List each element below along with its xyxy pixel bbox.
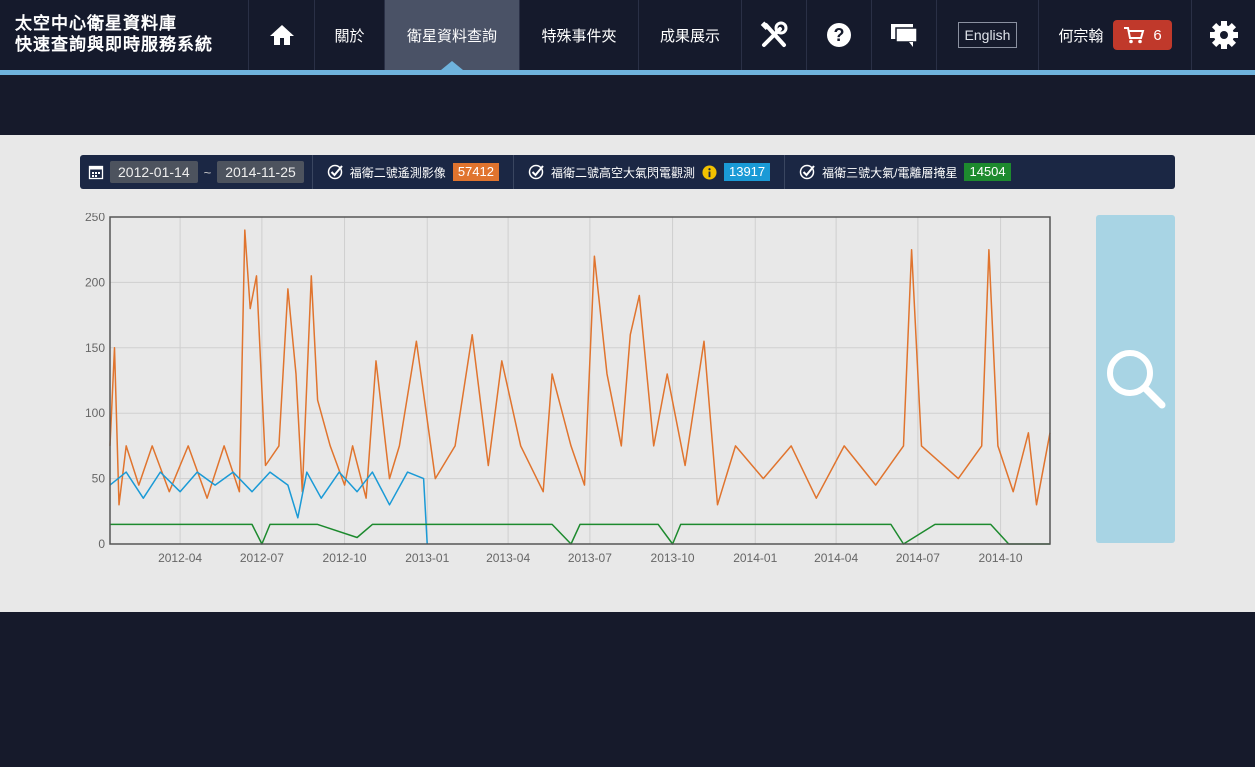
nav-special-events[interactable]: 特殊事件夾 bbox=[519, 0, 638, 70]
navbar-accent-stripe bbox=[0, 70, 1255, 75]
top-navbar: 太空中心衛星資料庫 快速查詢與即時服務系統 關於 衛星資料查詢 特殊事件夾 成果… bbox=[0, 0, 1255, 70]
user-name[interactable]: 何宗翰 bbox=[1058, 25, 1103, 46]
question-icon: ? bbox=[827, 23, 851, 47]
nav-about[interactable]: 關於 bbox=[314, 0, 384, 70]
dataset-label: 福衛二號高空大氣閃電觀測 bbox=[550, 165, 695, 180]
nav-chat[interactable] bbox=[871, 0, 936, 70]
brand-subtitle: 快速查詢與即時服務系統 bbox=[15, 35, 213, 54]
nav-satellite-query[interactable]: 衛星資料查詢 bbox=[384, 0, 519, 70]
y-tick-label: 0 bbox=[98, 537, 105, 551]
nav-settings[interactable] bbox=[1191, 0, 1255, 70]
y-tick-label: 200 bbox=[85, 275, 105, 289]
chart-svg: 0 50 100 150 200 250 2012-04 2012-07 2012-10 2013… bbox=[85, 210, 1051, 565]
x-tick-label: 2013-07 bbox=[568, 551, 612, 563]
date-start-input[interactable]: 2012-01-14 bbox=[110, 161, 198, 183]
x-tick-label: 2013-01 bbox=[405, 551, 449, 563]
cart-button[interactable]: 6 bbox=[1113, 20, 1172, 50]
x-tick-label: 2012-10 bbox=[323, 551, 367, 563]
svg-text:?: ? bbox=[834, 25, 845, 45]
cart-icon bbox=[1124, 27, 1145, 44]
nav-tools[interactable] bbox=[741, 0, 806, 70]
dataset-toggle-fs3-occultation[interactable]: 福衛三號大氣/電離層掩星 14504 bbox=[785, 155, 1025, 189]
dataset-count-badge: 13917 bbox=[723, 163, 771, 181]
x-tick-label: 2014-01 bbox=[733, 551, 777, 563]
dataset-count-badge: 14504 bbox=[964, 163, 1011, 181]
nav-user[interactable]: 何宗翰 6 bbox=[1038, 0, 1191, 70]
dataset-label: 福衛三號大氣/電離層掩星 bbox=[822, 165, 958, 180]
brand-logo[interactable]: 太空中心衛星資料庫 快速查詢與即時服務系統 bbox=[0, 0, 248, 70]
y-tick-label: 100 bbox=[85, 406, 105, 420]
x-tick-label: 2014-10 bbox=[979, 551, 1023, 563]
tools-icon bbox=[760, 21, 788, 47]
info-icon[interactable] bbox=[702, 164, 717, 180]
cart-count: 6 bbox=[1153, 26, 1162, 44]
brand-title: 太空中心衛星資料庫 bbox=[15, 14, 177, 33]
x-tick-label: 2013-04 bbox=[486, 551, 530, 563]
check-icon bbox=[528, 164, 544, 180]
search-button[interactable] bbox=[1096, 215, 1175, 543]
check-icon bbox=[327, 164, 343, 180]
nav-language[interactable]: English bbox=[936, 0, 1038, 70]
dataset-toggle-fs2-lightning[interactable]: 福衛二號高空大氣閃電觀測 13917 bbox=[514, 155, 784, 189]
date-end-input[interactable]: 2014-11-25 bbox=[217, 161, 304, 183]
gear-icon bbox=[1209, 21, 1238, 49]
check-icon bbox=[799, 164, 815, 180]
y-tick-label: 250 bbox=[85, 213, 105, 224]
date-separator: ~ bbox=[203, 164, 212, 180]
y-tick-label: 150 bbox=[85, 341, 105, 355]
nav-home[interactable] bbox=[248, 0, 314, 70]
nav-showcase[interactable]: 成果展示 bbox=[638, 0, 741, 70]
language-button[interactable]: English bbox=[957, 22, 1018, 48]
timeline-chart[interactable]: 0 50 100 150 200 250 2012-04 2012-07 2012-10 2013… bbox=[80, 210, 1060, 565]
x-tick-label: 2012-04 bbox=[158, 551, 202, 563]
search-icon bbox=[1106, 350, 1165, 409]
x-tick-label: 2013-10 bbox=[651, 551, 695, 563]
dataset-count-badge: 57412 bbox=[452, 163, 499, 181]
plot-area bbox=[110, 217, 1050, 544]
x-tick-label: 2012-07 bbox=[240, 551, 284, 563]
filter-bar: 2012-01-14 ~ 2014-11-25 福衛二號遙測影像 57412 福… bbox=[80, 155, 1175, 189]
y-tick-label: 50 bbox=[92, 472, 106, 486]
calendar-icon[interactable] bbox=[88, 164, 104, 180]
nav-help[interactable]: ? bbox=[806, 0, 871, 70]
home-icon bbox=[269, 25, 294, 45]
x-tick-label: 2014-07 bbox=[896, 551, 940, 563]
dataset-label: 福衛二號遙測影像 bbox=[349, 165, 446, 180]
chat-icon bbox=[891, 24, 918, 47]
x-tick-label: 2014-04 bbox=[814, 551, 858, 563]
dataset-toggle-fs2-imagery[interactable]: 福衛二號遙測影像 57412 bbox=[313, 155, 513, 189]
query-panel: 2012-01-14 ~ 2014-11-25 福衛二號遙測影像 57412 福… bbox=[0, 135, 1255, 612]
